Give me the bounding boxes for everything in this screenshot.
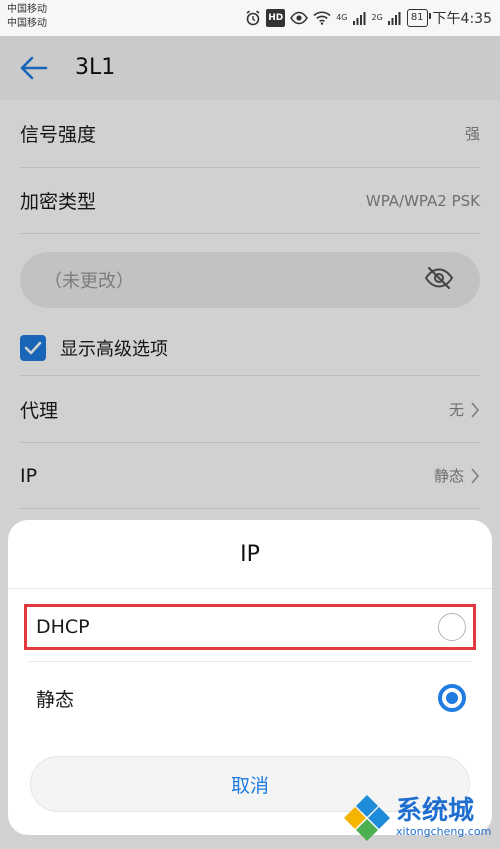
- wifi-icon: [313, 9, 331, 27]
- network-type-2: 2G: [371, 13, 383, 22]
- watermark-url: xitongcheng.com: [396, 825, 492, 838]
- watermark: 系统城 xitongcheng.com: [342, 790, 500, 846]
- carrier-labels: 中国移动 中国移动: [7, 3, 47, 31]
- clock: 下午4:35: [432, 11, 492, 27]
- ip-dialog: IP DHCP 静态 取消: [8, 520, 492, 835]
- network-type-1: 4G: [336, 13, 348, 22]
- highlight-box: [24, 604, 476, 650]
- eye-comfort-icon: [290, 9, 309, 27]
- dialog-divider: [8, 588, 492, 589]
- carrier-1: 中国移动: [7, 4, 47, 15]
- status-bar: 中国移动 中国移动 HD 4G 2G 81 下午4:35: [0, 0, 500, 36]
- signal-bars-icon: [387, 9, 402, 27]
- carrier-2: 中国移动: [7, 18, 47, 29]
- windows-logo-icon: [344, 795, 390, 841]
- alarm-icon: [245, 9, 261, 27]
- option-static[interactable]: 静态: [28, 668, 472, 728]
- watermark-title: 系统城: [396, 796, 475, 826]
- battery-icon: 81: [406, 9, 431, 27]
- option-static-label: 静态: [36, 688, 75, 711]
- option-divider: [28, 661, 472, 662]
- hd-voice-icon: HD: [266, 9, 286, 27]
- signal-bars-icon: [352, 9, 367, 27]
- status-icons: HD 4G 2G 81 下午4:35: [245, 8, 492, 28]
- radio-static[interactable]: [438, 684, 466, 712]
- dialog-title: IP: [240, 542, 260, 567]
